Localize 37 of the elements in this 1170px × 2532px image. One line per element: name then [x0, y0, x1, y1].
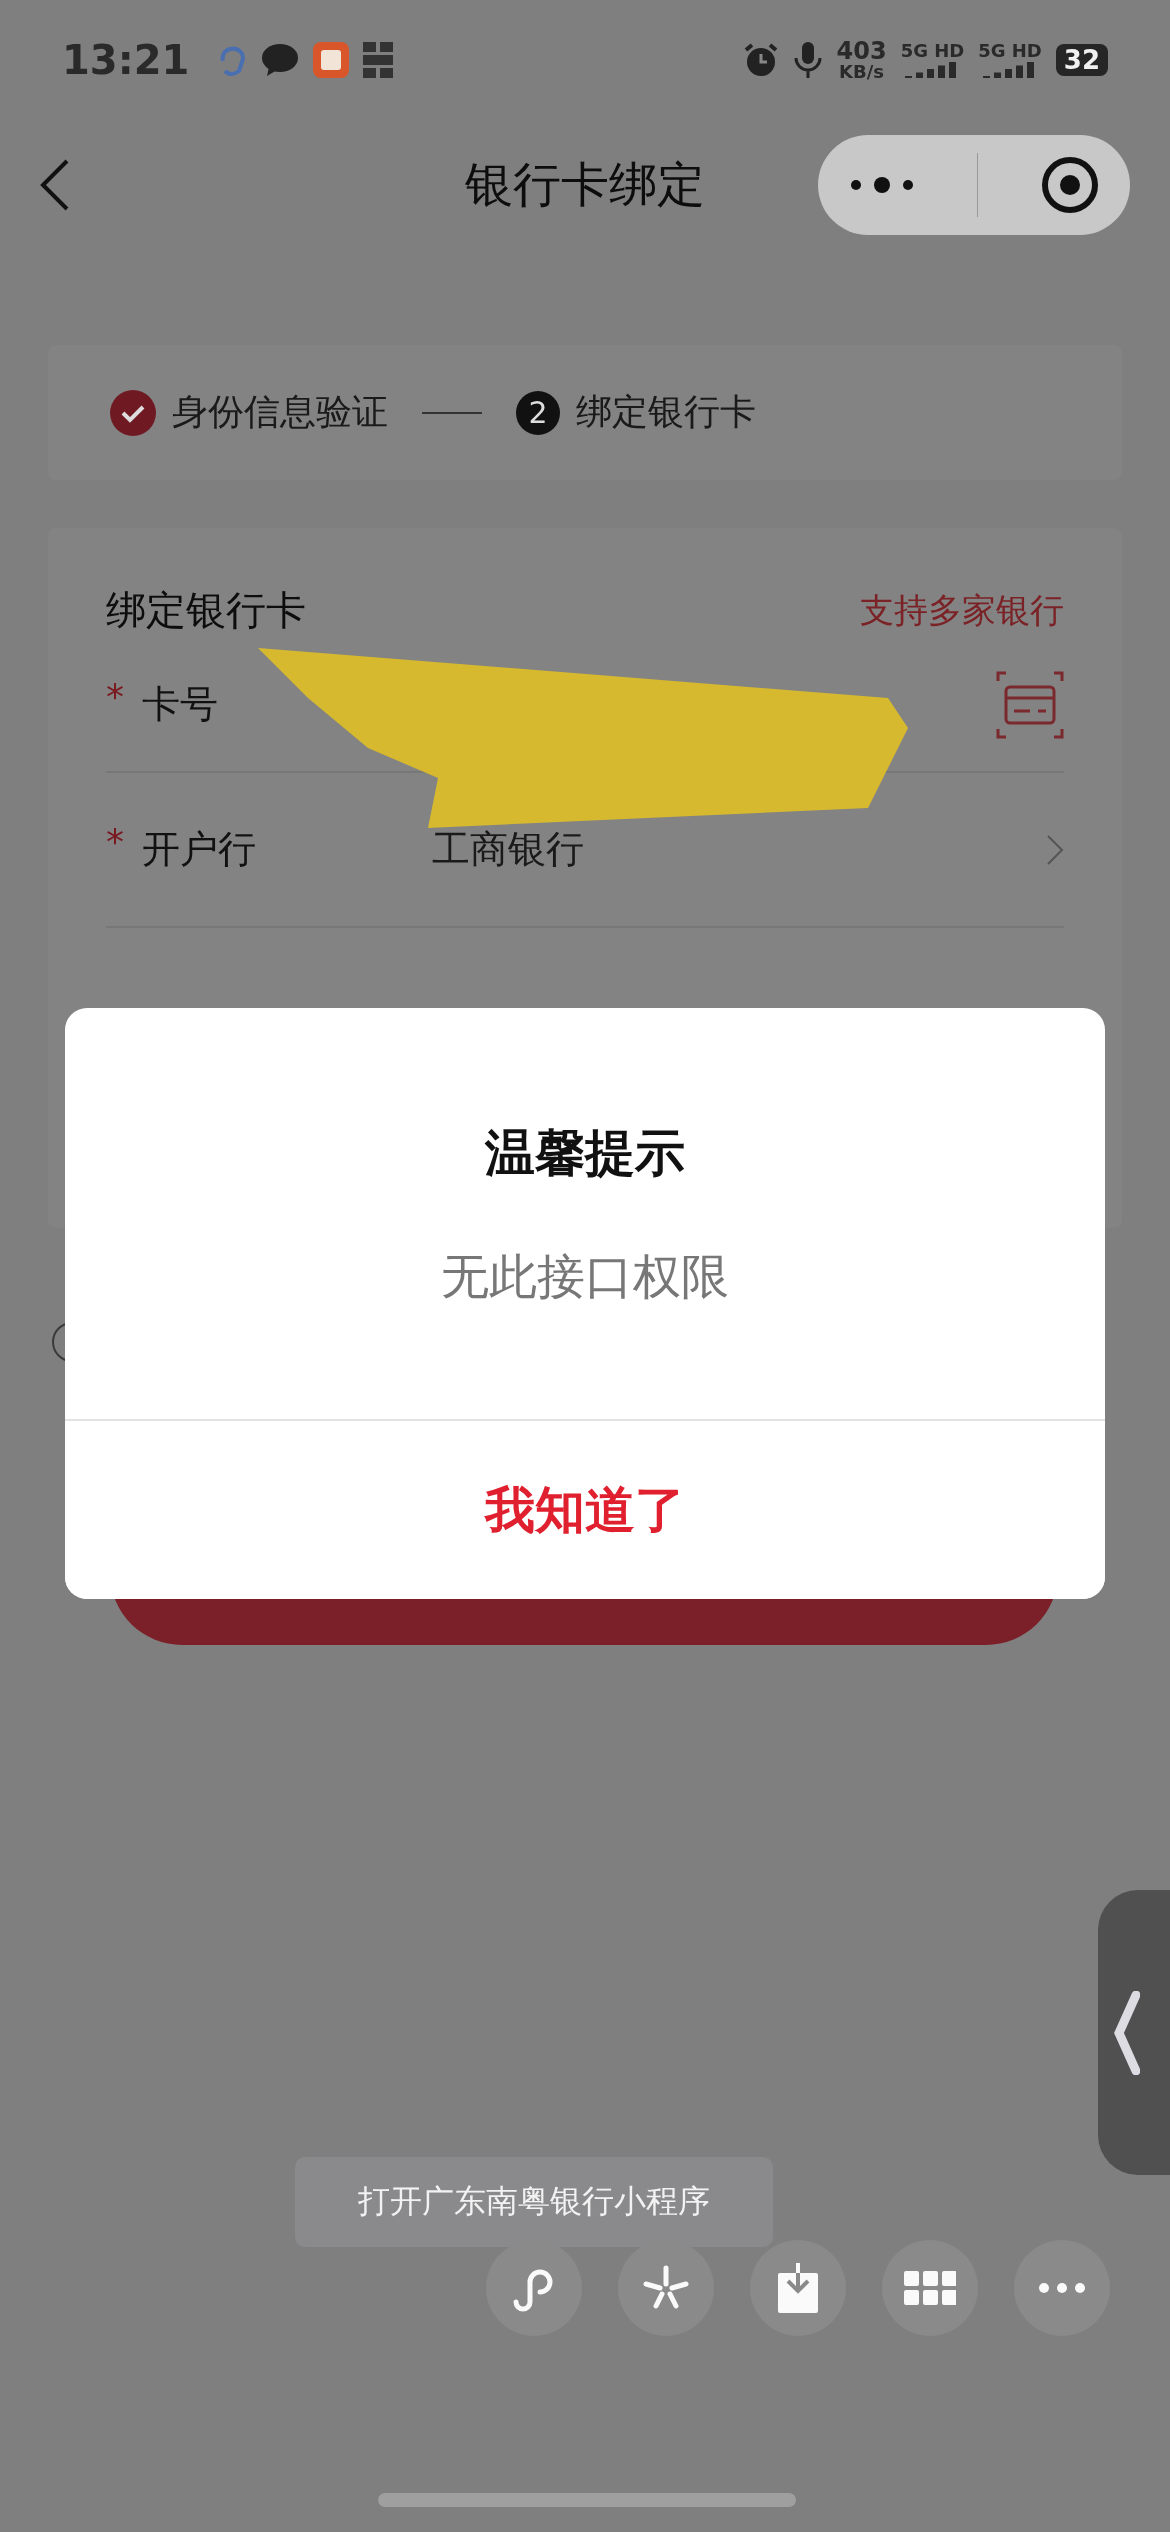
- field-label: 卡号: [142, 681, 219, 728]
- field-value[interactable]: 工商银行: [432, 824, 1046, 875]
- dialog-title: 温馨提示: [483, 1123, 686, 1184]
- required-mark: *: [106, 821, 125, 862]
- tooltip: 打开广东南粤银行小程序: [295, 2157, 773, 2247]
- form-title: 绑定银行卡: [106, 586, 306, 635]
- dialog-message: 无此接口权限: [441, 1247, 729, 1306]
- network-label: 5G HD: [978, 42, 1042, 60]
- microphone-icon: [792, 41, 823, 79]
- net-unit: KB/s: [839, 63, 885, 81]
- network-label: 5G HD: [900, 42, 965, 60]
- back-icon[interactable]: [40, 159, 70, 211]
- download-icon: [776, 2263, 820, 2313]
- net-speed: 403: [836, 39, 887, 63]
- side-tab[interactable]: [1098, 1890, 1170, 2175]
- close-target-icon[interactable]: [1040, 156, 1099, 214]
- signal-icon: [983, 60, 1037, 78]
- confirm-button[interactable]: 我知道了: [65, 1419, 1105, 1599]
- step-number: 2: [516, 390, 560, 435]
- more-icon: [1038, 2282, 1086, 2294]
- more-icon[interactable]: [849, 175, 914, 195]
- page-title: 银行卡绑定: [465, 155, 705, 214]
- grid-icon: [904, 2271, 956, 2305]
- chat-icon: [261, 43, 300, 77]
- supported-banks-link[interactable]: 支持多家银行: [860, 587, 1064, 634]
- card-scan-icon[interactable]: [996, 670, 1064, 739]
- app-icon: [313, 42, 350, 78]
- step-label: 身份信息验证: [172, 390, 388, 434]
- grid-app-icon: [363, 42, 394, 78]
- status-time: 13:21: [62, 37, 190, 83]
- chevron-left-icon: [1114, 1990, 1140, 2075]
- step-label: 绑定银行卡: [576, 390, 756, 434]
- spark-icon: [642, 2264, 690, 2312]
- required-mark: *: [106, 676, 125, 717]
- field-label: 开户行: [142, 826, 257, 873]
- alarm-icon: [742, 42, 779, 78]
- battery-level: 32: [1055, 44, 1108, 76]
